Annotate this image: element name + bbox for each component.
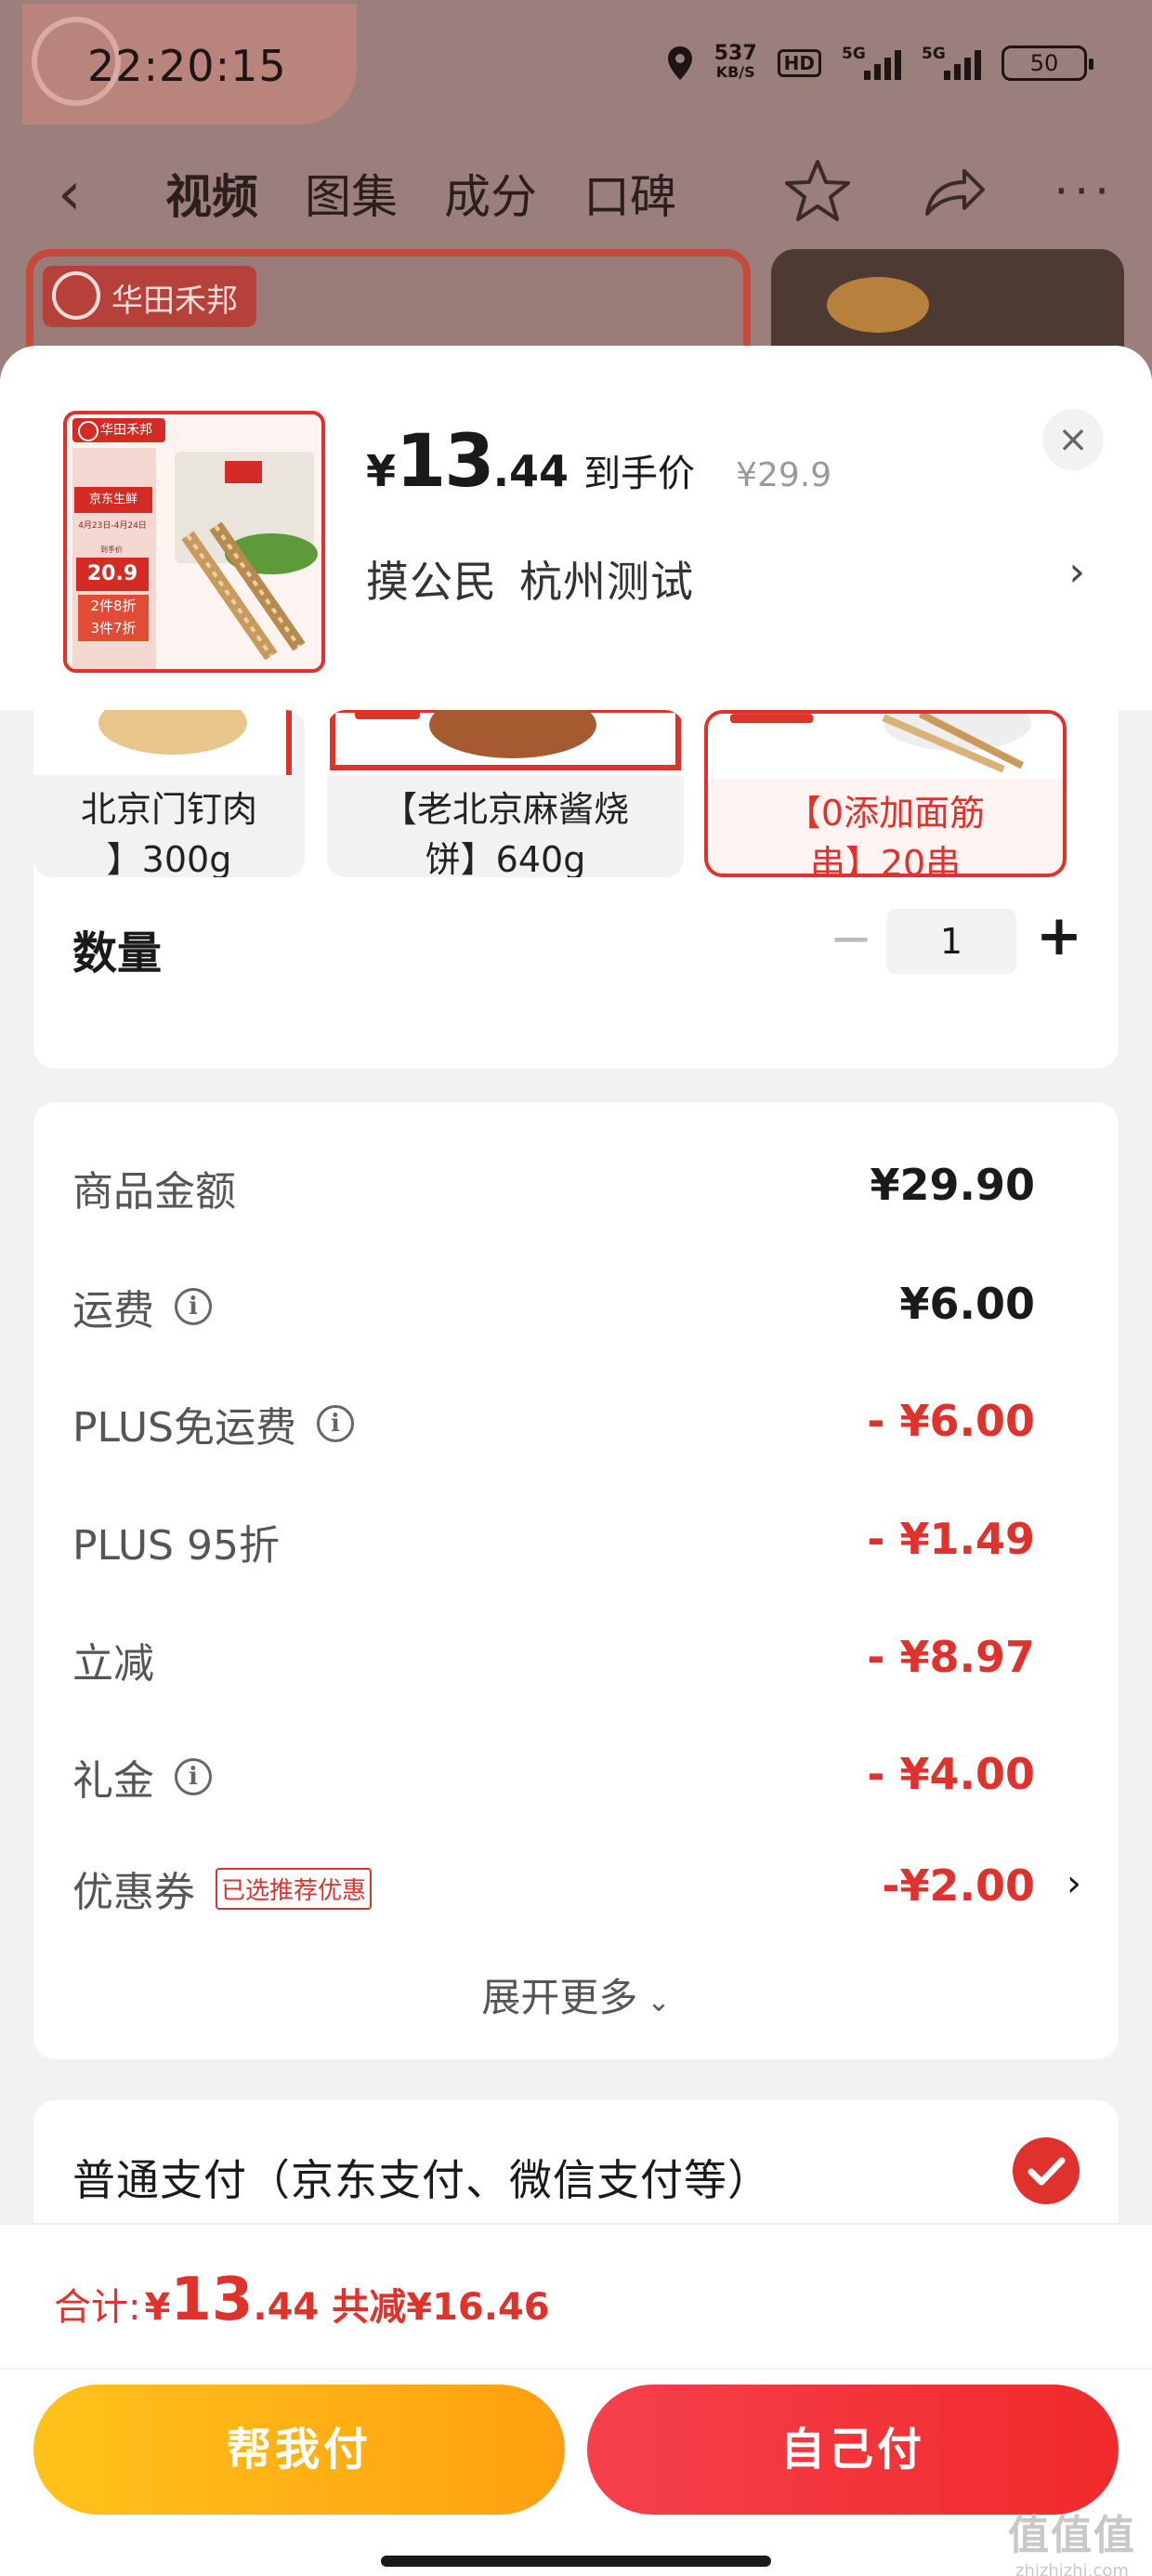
quantity-label: 数量: [72, 927, 163, 979]
status-bar: 22:20:15 537 KB/S HD 5G 5G 50: [0, 0, 1152, 139]
thumbnail-price-note: 到手价: [100, 545, 123, 554]
status-time: 22:20:15: [87, 41, 287, 91]
divider: [0, 2368, 1152, 2370]
info-icon[interactable]: i: [175, 1288, 212, 1325]
checkout-footer: 合计: ¥ 13 .44 共减¥16.46 帮我付 自己付 值值值 zhizhi…: [0, 2223, 1152, 2576]
thumbnail-promo: 2件8折 3件7折: [78, 595, 149, 641]
info-icon[interactable]: i: [317, 1405, 354, 1442]
coupon-badge: 已选推荐优惠: [216, 1867, 373, 1910]
payment-method-label: 普通支付（京东支付、微信支付等）: [72, 2155, 771, 2205]
expand-more-button[interactable]: 展开更多 ⌄: [33, 1966, 1119, 2023]
close-button[interactable]: ×: [1042, 409, 1104, 470]
tab-video[interactable]: 视频: [165, 160, 258, 227]
product-nav-bar: ‹ 视频 图集 成分 口碑 ···: [0, 139, 1152, 242]
original-price: ¥29.9: [736, 456, 832, 494]
info-icon[interactable]: i: [175, 1758, 212, 1795]
delivery-address[interactable]: 摸公民 杭州测试: [366, 548, 694, 610]
address-name: 摸公民: [366, 557, 497, 607]
product-price: ¥ 13 .44 到手价 ¥29.9: [366, 420, 832, 504]
brand-badge: 华田禾邦: [43, 266, 256, 327]
share-icon[interactable]: [918, 156, 988, 227]
close-icon: ×: [1057, 418, 1089, 461]
quantity-increase-button[interactable]: +: [1031, 903, 1087, 968]
variant-option[interactable]: 北京门钉肉 】300g: [33, 710, 305, 877]
sheet-header: 华田禾邦 京东生鲜 4月23日-4月24日 到手价 20.9 2件8折 3件7折 …: [0, 346, 1152, 710]
signal-icon-2: 5G: [922, 45, 981, 80]
price-row-instant-discount: 立减 - ¥8.97: [72, 1632, 1035, 1688]
variant-image: [327, 710, 684, 775]
net-speed: 537 KB/S: [713, 42, 757, 82]
signal-icon: 5G: [842, 45, 901, 80]
product-thumbnail: 华田禾邦 京东生鲜 4月23日-4月24日 到手价 20.9 2件8折 3件7折: [63, 411, 325, 673]
product-image: [175, 452, 318, 661]
chevron-right-icon[interactable]: ›: [1067, 1862, 1081, 1905]
chevron-right-icon[interactable]: ›: [1068, 548, 1085, 596]
price-label: 到手价: [583, 453, 696, 495]
thumbnail-brand: 华田禾邦: [72, 418, 165, 442]
variant-image: [708, 714, 1063, 779]
quantity-decrease-button[interactable]: −: [823, 909, 879, 969]
price-row-gift-money: 礼金 i - ¥4.00: [72, 1749, 1035, 1805]
more-icon[interactable]: ···: [1054, 164, 1115, 218]
quantity-input[interactable]: 1: [886, 909, 1016, 974]
help-me-pay-button[interactable]: 帮我付: [33, 2385, 565, 2515]
price-row-shipping: 运费 i ¥6.00: [72, 1279, 1035, 1334]
tab-gallery[interactable]: 图集: [305, 160, 398, 227]
address-city: 杭州测试: [519, 557, 694, 607]
hd-icon: HD: [777, 49, 821, 77]
thumbnail-date: 4月23日-4月24日: [78, 521, 147, 531]
battery-icon: 50: [1001, 46, 1093, 81]
variant-image: [33, 710, 294, 775]
variant-list[interactable]: 北京门钉肉 】300g 【老北京麻酱烧 饼】640g 【0添加面筋 串】20串: [33, 710, 1119, 877]
star-icon[interactable]: [782, 156, 853, 227]
thumbnail-price: 20.9: [76, 558, 149, 591]
price-breakdown-card: 商品金额 ¥29.90 运费 i ¥6.00 PLUS免运费 i - ¥6.00 P…: [33, 1102, 1119, 2059]
price-row-plus-free-shipping: PLUS免运费 i - ¥6.00: [72, 1396, 1035, 1452]
price-row-plus-discount: PLUS 95折 - ¥1.49: [72, 1514, 1035, 1570]
location-icon: [667, 46, 692, 80]
background-page: 22:20:15 537 KB/S HD 5G 5G 50 ‹ 视频 图集 成分 …: [0, 0, 1152, 390]
tab-reviews[interactable]: 口碑: [583, 160, 676, 227]
variant-option[interactable]: 【老北京麻酱烧 饼】640g: [327, 710, 684, 877]
price-row-subtotal: 商品金额 ¥29.90: [72, 1160, 1035, 1216]
order-total: 合计: ¥ 13 .44 共减¥16.46: [54, 2266, 550, 2334]
back-arrow-icon[interactable]: ‹: [58, 160, 82, 229]
price-row-coupon[interactable]: 优惠券 已选推荐优惠 -¥2.00 ›: [72, 1855, 1081, 1920]
chevron-down-icon: ⌄: [647, 1986, 671, 2018]
check-icon[interactable]: [1013, 2137, 1080, 2204]
watermark: 值值值 zhizhizhi.com: [1008, 2512, 1136, 2576]
pay-myself-button[interactable]: 自己付: [587, 2385, 1119, 2515]
tab-ingredients[interactable]: 成分: [444, 160, 537, 227]
thumbnail-tag: 京东生鲜: [74, 487, 152, 513]
home-indicator[interactable]: [381, 2556, 771, 2567]
total-savings: 共减¥16.46: [332, 2286, 550, 2329]
variant-option-selected[interactable]: 【0添加面筋 串】20串: [704, 710, 1067, 877]
